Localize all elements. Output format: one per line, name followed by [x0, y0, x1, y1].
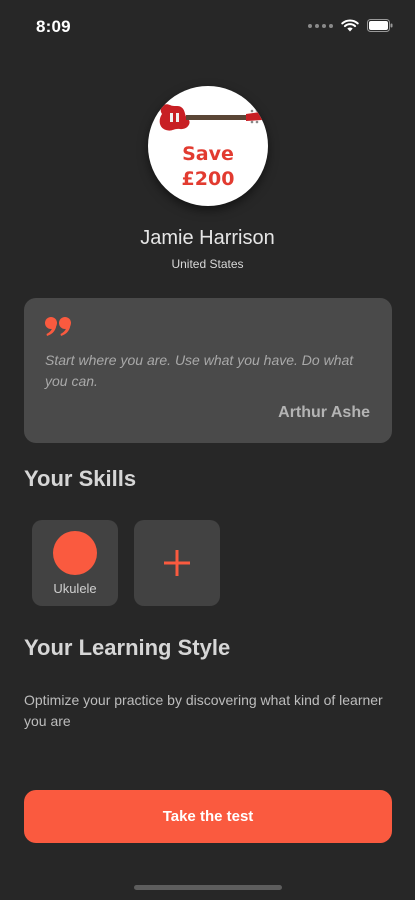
skill-label: Ukulele — [53, 581, 97, 596]
quote-card: Start where you are. Use what you have. … — [24, 298, 392, 443]
ukulele-dot-icon — [53, 531, 97, 575]
home-indicator[interactable] — [134, 885, 282, 890]
profile-screen: 8:09 Save £200 Jamie Harrison United Sta… — [0, 0, 415, 900]
status-time: 8:09 — [36, 17, 71, 36]
status-icons — [308, 19, 393, 32]
battery-icon — [367, 19, 393, 32]
skills-section-title: Your Skills — [24, 466, 137, 491]
add-skill-button[interactable] — [134, 520, 220, 606]
avatar-promo-line2: £200 — [181, 168, 235, 190]
learning-style-title: Your Learning Style — [24, 635, 231, 660]
guitar-icon — [159, 104, 262, 131]
profile-name: Jamie Harrison — [140, 227, 275, 249]
profile-country: United States — [171, 257, 244, 271]
skill-tile-ukulele[interactable]: Ukulele — [32, 520, 118, 606]
avatar[interactable]: Save £200 — [148, 86, 268, 206]
status-bar: 8:09 — [0, 0, 415, 54]
avatar-promo-line1: Save — [182, 143, 234, 165]
quote-author: Arthur Ashe — [278, 404, 370, 421]
quote-text: Start where you are. Use what you have. … — [45, 352, 354, 389]
wifi-icon — [341, 19, 359, 32]
plus-icon — [164, 550, 190, 576]
take-test-button[interactable]: Take the test — [24, 790, 392, 843]
learning-style-description: Optimize your practice by discovering wh… — [24, 692, 383, 729]
quote-mark-icon — [45, 317, 71, 336]
cellular-signal-icon — [308, 23, 333, 28]
